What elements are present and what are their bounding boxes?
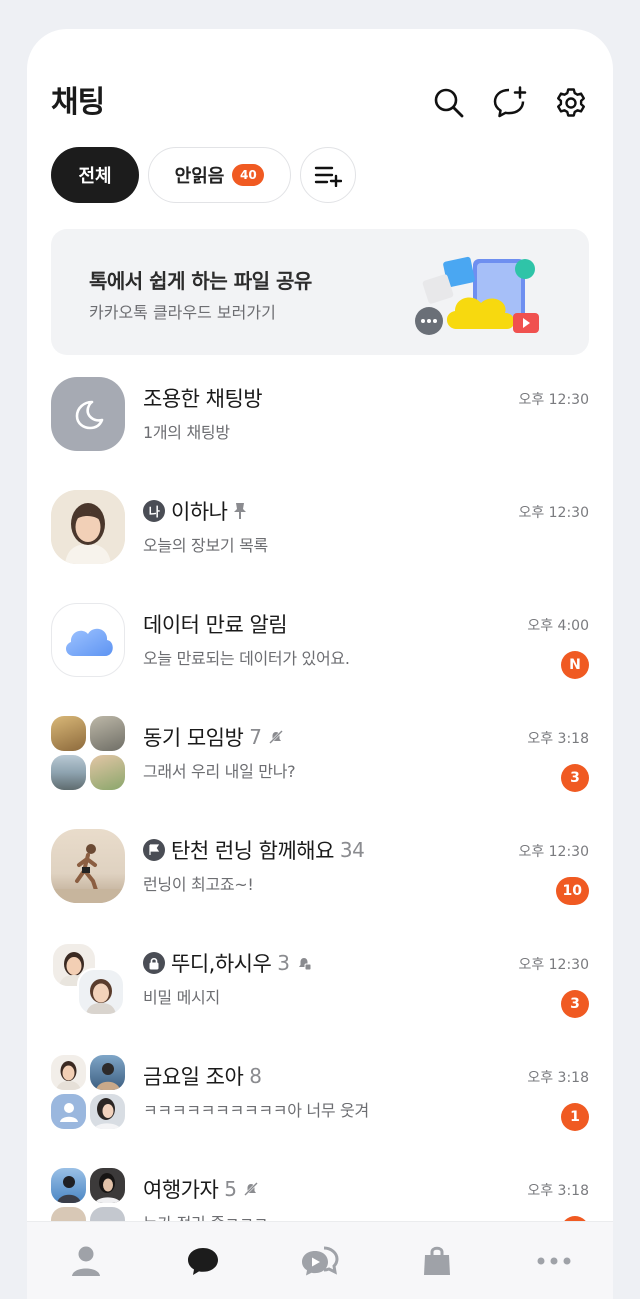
chat-time: 오후 12:30 bbox=[518, 392, 589, 408]
unread-badge: 10 bbox=[555, 877, 589, 905]
moon-icon bbox=[51, 377, 125, 451]
filter-all-label: 전체 bbox=[78, 166, 112, 187]
chat-time: 오후 3:18 bbox=[527, 1183, 589, 1199]
unread-badge: 3 bbox=[561, 764, 589, 792]
chat-name-text: 금요일 조아 bbox=[143, 1065, 244, 1089]
phone-screen: 채팅 전체 안읽음 40 톡에서 쉽게 하는 파일 공유 카카오톡 클라우드 보… bbox=[27, 29, 613, 1299]
member-photo bbox=[51, 716, 86, 751]
chat-last-message: 런닝이 최고죠~! bbox=[143, 875, 254, 894]
group-photos bbox=[51, 1055, 125, 1129]
member-photo bbox=[90, 1094, 125, 1129]
member-count: 8 bbox=[249, 1064, 262, 1088]
pair-photos bbox=[51, 942, 125, 1016]
chat-name: 조용한 채팅방 bbox=[143, 383, 263, 413]
chat-row[interactable]: 탄천 런닝 함께해요 34 런닝이 최고죠~! 오후 12:30 10 bbox=[27, 821, 613, 931]
chat-name: 동기 모임방 7 bbox=[143, 722, 284, 752]
chat-name-text: 데이터 만료 알림 bbox=[143, 613, 288, 637]
chat-time: 오후 12:30 bbox=[518, 844, 589, 860]
member-count: 34 bbox=[339, 838, 365, 862]
chat-row[interactable]: 금요일 조아 8 ㅋㅋㅋㅋㅋㅋㅋㅋㅋㅋ아 너무 웃겨 오후 3:18 1 bbox=[27, 1047, 613, 1157]
new-chat-icon[interactable] bbox=[492, 85, 528, 121]
chat-name: 데이터 만료 알림 bbox=[143, 609, 288, 639]
chat-name-text: 이하나 bbox=[171, 500, 228, 524]
chat-name-text: 조용한 채팅방 bbox=[143, 387, 263, 411]
me-badge-icon: 나 bbox=[143, 500, 165, 522]
shopping-icon[interactable] bbox=[407, 1231, 467, 1291]
chat-row[interactable]: 조용한 채팅방 1개의 채팅방 오후 12:30 bbox=[27, 369, 613, 479]
group-photos bbox=[51, 716, 125, 790]
default-profile-icon bbox=[51, 1094, 86, 1129]
filter-unread-chip[interactable]: 안읽음 40 bbox=[148, 147, 291, 203]
filter-chips: 전체 안읽음 40 bbox=[51, 147, 356, 203]
runner-photo bbox=[51, 829, 125, 903]
chat-row[interactable]: 뚜디,하시우 3 비밀 메시지 오후 12:30 3 bbox=[27, 934, 613, 1044]
unread-badge: N bbox=[561, 651, 589, 679]
cloud-banner[interactable]: 톡에서 쉽게 하는 파일 공유 카카오톡 클라우드 보러가기 bbox=[51, 229, 589, 355]
member-photo bbox=[77, 968, 125, 1016]
chat-name-text: 동기 모임방 bbox=[143, 726, 244, 750]
search-icon[interactable] bbox=[431, 85, 467, 121]
chat-icon[interactable] bbox=[173, 1231, 233, 1291]
chat-name: 탄천 런닝 함께해요 34 bbox=[143, 835, 365, 865]
chat-row[interactable]: 나 이하나 오늘의 장보기 목록 오후 12:30 bbox=[27, 482, 613, 592]
friends-icon[interactable] bbox=[56, 1231, 116, 1291]
banner-subtitle: 카카오톡 클라우드 보러가기 bbox=[89, 303, 276, 322]
cloud-icon bbox=[51, 603, 125, 677]
member-photo bbox=[51, 1055, 86, 1090]
settings-icon[interactable] bbox=[553, 85, 589, 121]
unread-count-badge: 40 bbox=[232, 164, 265, 186]
secret-mute-icon bbox=[296, 955, 312, 971]
chat-time: 오후 3:18 bbox=[527, 731, 589, 747]
chat-row[interactable]: 데이터 만료 알림 오늘 만료되는 데이터가 있어요. 오후 4:00 N bbox=[27, 595, 613, 705]
chat-name-text: 뚜디,하시우 bbox=[171, 952, 272, 976]
cloud-share-illustration-icon bbox=[415, 256, 539, 335]
filter-all-chip[interactable]: 전체 bbox=[51, 147, 139, 203]
member-photo bbox=[90, 716, 125, 751]
bottom-tab-bar bbox=[27, 1221, 613, 1299]
page-title: 채팅 bbox=[51, 85, 105, 120]
chat-row[interactable]: 동기 모임방 7 그래서 우리 내일 만나? 오후 3:18 3 bbox=[27, 708, 613, 818]
chat-time: 오후 12:30 bbox=[518, 957, 589, 973]
member-photo bbox=[51, 1168, 86, 1203]
open-chat-flag-icon bbox=[143, 839, 165, 861]
chat-last-message: 1개의 채팅방 bbox=[143, 423, 230, 442]
chat-time: 오후 4:00 bbox=[527, 618, 589, 634]
chat-time: 오후 3:18 bbox=[527, 1070, 589, 1086]
profile-photo bbox=[51, 490, 125, 564]
unread-badge: 1 bbox=[561, 1103, 589, 1131]
pin-icon bbox=[233, 502, 247, 520]
chat-last-message: 그래서 우리 내일 만나? bbox=[143, 762, 296, 781]
chat-last-message: 비밀 메시지 bbox=[143, 988, 220, 1007]
more-icon[interactable] bbox=[524, 1231, 584, 1291]
chat-time: 오후 12:30 bbox=[518, 505, 589, 521]
chat-name: 뚜디,하시우 3 bbox=[143, 948, 312, 978]
chat-name: 나 이하나 bbox=[143, 496, 247, 526]
chat-name: 금요일 조아 8 bbox=[143, 1061, 262, 1091]
member-count: 7 bbox=[249, 725, 262, 749]
filter-unread-label: 안읽음 bbox=[174, 166, 225, 187]
mute-icon bbox=[268, 729, 284, 745]
list-add-icon[interactable] bbox=[300, 147, 356, 203]
openchat-icon[interactable] bbox=[290, 1231, 350, 1291]
member-photo bbox=[90, 1055, 125, 1090]
lock-icon bbox=[143, 952, 165, 974]
chat-name-text: 여행가자 bbox=[143, 1178, 219, 1202]
banner-title: 톡에서 쉽게 하는 파일 공유 bbox=[89, 269, 312, 293]
chat-last-message: 오늘 만료되는 데이터가 있어요. bbox=[143, 649, 350, 668]
member-photo bbox=[90, 755, 125, 790]
chat-name-text: 탄천 런닝 함께해요 bbox=[171, 839, 334, 863]
mute-icon bbox=[243, 1181, 259, 1197]
member-photo bbox=[90, 1168, 125, 1203]
chat-name: 여행가자 5 bbox=[143, 1174, 259, 1204]
chat-last-message: 오늘의 장보기 목록 bbox=[143, 536, 268, 555]
member-count: 3 bbox=[277, 951, 290, 975]
unread-badge: 3 bbox=[561, 990, 589, 1018]
member-photo bbox=[51, 755, 86, 790]
header: 채팅 bbox=[51, 81, 589, 131]
member-count: 5 bbox=[224, 1177, 237, 1201]
chat-last-message: ㅋㅋㅋㅋㅋㅋㅋㅋㅋㅋ아 너무 웃겨 bbox=[143, 1101, 369, 1120]
